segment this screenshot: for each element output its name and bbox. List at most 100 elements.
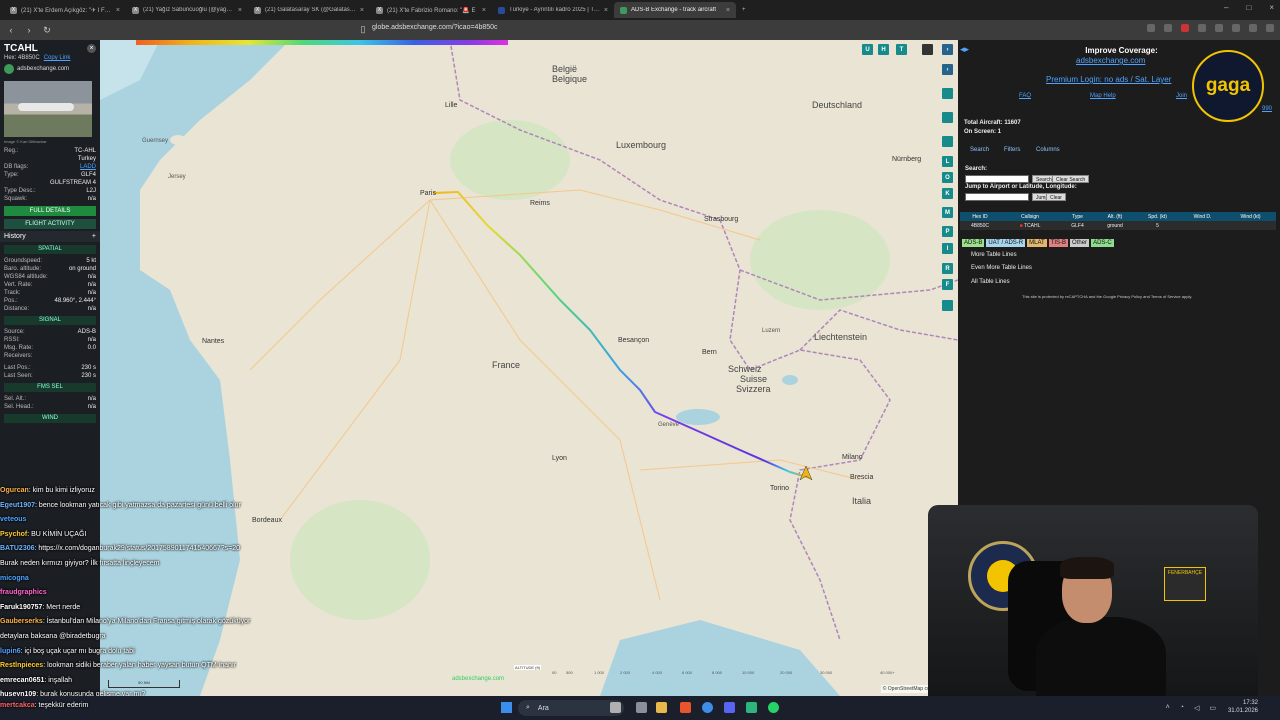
browser-tab[interactable]: X (21) X'te Erdem Açıkgöz: "✈ I Fener × xyxy=(4,2,126,18)
column-header[interactable]: Type xyxy=(1060,214,1095,220)
task-view-icon[interactable] xyxy=(636,702,647,713)
tab-filters[interactable]: Filters xyxy=(1004,147,1020,153)
jump-input[interactable] xyxy=(965,193,1029,201)
brave-browser-icon[interactable] xyxy=(680,702,691,713)
aircraft-photo[interactable] xyxy=(4,81,92,137)
close-tab-icon[interactable]: × xyxy=(726,7,730,14)
map-help-link[interactable]: Map Help xyxy=(1090,93,1116,99)
browser-tab[interactable]: X (21) Yağız Sabuncuoğlu (@yagosab × xyxy=(126,2,248,18)
maximize-icon[interactable]: □ xyxy=(1246,3,1251,12)
minimize-icon[interactable]: – xyxy=(1224,3,1228,12)
brave-shield-icon[interactable] xyxy=(1181,24,1189,32)
settings-icon[interactable] xyxy=(746,702,757,713)
close-tab-icon[interactable]: × xyxy=(238,7,242,14)
plus-icon[interactable]: + xyxy=(92,233,96,240)
map-button-o[interactable]: O xyxy=(942,172,953,183)
map-button-r[interactable]: R xyxy=(942,263,953,274)
all-table-lines[interactable]: All Table Lines xyxy=(971,279,1010,285)
map-button-blank[interactable] xyxy=(942,136,953,147)
browser-tab[interactable]: X(21) Galatasaray SK (@GalatasaraySK× xyxy=(248,2,370,18)
browser-tab[interactable]: X (21) X'te Fabrizio Romano: "🚨 E × xyxy=(370,2,492,18)
flight-activity-button[interactable]: FLIGHT ACTIVITY xyxy=(4,219,96,229)
discord-icon[interactable] xyxy=(724,702,735,713)
map-button-u[interactable]: U xyxy=(862,44,873,55)
url-field[interactable]: globe.adsbexchange.com/?icao=4b850c xyxy=(372,24,498,31)
new-tab-button[interactable]: + xyxy=(736,2,752,18)
more-table-lines[interactable]: More Table Lines xyxy=(971,252,1017,258)
column-header[interactable]: Alt. (ft) xyxy=(1095,214,1135,220)
volume-icon[interactable]: ◁ xyxy=(1194,704,1199,712)
improve-coverage-link[interactable]: adsbexchange.com xyxy=(1076,56,1145,65)
aside-link[interactable]: 990 xyxy=(1262,106,1272,112)
table-row[interactable]: 4B850C ■ TCAHL GLF4 ground 5 xyxy=(960,221,1276,230)
column-header[interactable]: Hex ID xyxy=(960,214,1000,220)
close-tab-icon[interactable]: × xyxy=(116,7,120,14)
map-button-t[interactable]: T xyxy=(896,44,907,55)
bookmark-icon[interactable]: ▯ xyxy=(356,24,370,35)
wallet-icon[interactable] xyxy=(1249,24,1257,32)
faq-link[interactable]: FAQ xyxy=(1019,93,1031,99)
chevron-up-icon[interactable]: ˄ xyxy=(1166,704,1170,712)
premium-login-link[interactable]: Premium Login: no ads / Sat. Layer xyxy=(1046,75,1171,84)
collapse-sidebar-icon[interactable]: ◂▸ xyxy=(960,44,969,55)
map-button-blank[interactable] xyxy=(942,300,953,311)
tab-search[interactable]: Search xyxy=(970,147,989,153)
close-tab-icon[interactable]: × xyxy=(360,7,364,14)
column-header[interactable]: Wind (kt) xyxy=(1225,214,1276,220)
discord-icon[interactable] xyxy=(1215,24,1223,32)
chevron-left-icon[interactable]: ‹ xyxy=(942,64,953,75)
map-button-l[interactable]: L xyxy=(942,156,953,167)
windows-start-icon[interactable] xyxy=(501,702,512,713)
sidebar-icon[interactable] xyxy=(1232,24,1240,32)
copy-link[interactable]: Copy Link xyxy=(44,55,71,61)
file-explorer-icon[interactable] xyxy=(656,702,667,713)
tab-columns[interactable]: Columns xyxy=(1036,147,1060,153)
reload-icon[interactable]: ↻ xyxy=(40,25,54,36)
aircraft-marker-icon[interactable] xyxy=(799,465,813,481)
share-icon[interactable] xyxy=(1164,24,1172,32)
column-header[interactable]: Spd. (kt) xyxy=(1135,214,1180,220)
forward-icon[interactable]: › xyxy=(22,25,36,35)
close-window-icon[interactable]: × xyxy=(1269,3,1274,12)
extension-icon[interactable] xyxy=(1198,24,1206,32)
map-button-blank[interactable] xyxy=(942,112,953,123)
history-section[interactable]: History + xyxy=(0,231,100,242)
map-label-city: Brescia xyxy=(850,474,874,481)
clear-search-button[interactable]: Clear Search xyxy=(1052,175,1090,183)
taskbar-widget-icon[interactable] xyxy=(610,702,621,713)
jersey-island xyxy=(186,166,198,174)
clear-button[interactable]: Clear xyxy=(1046,193,1066,201)
map-button-f[interactable]: F xyxy=(942,279,953,290)
flight-track[interactable] xyxy=(432,191,811,479)
clock[interactable]: 17:32 31.01.2026 xyxy=(1228,699,1258,715)
back-icon[interactable]: ‹ xyxy=(4,25,18,35)
menu-icon[interactable] xyxy=(1266,24,1274,32)
map-button-p[interactable]: P xyxy=(942,226,953,237)
source-site[interactable]: adsbexchange.com xyxy=(4,64,96,74)
map-button-layers[interactable] xyxy=(922,44,933,55)
even-more-table-lines[interactable]: Even More Table Lines xyxy=(971,265,1032,271)
map-button-h[interactable]: H xyxy=(878,44,889,55)
column-header[interactable]: Callsign xyxy=(1000,214,1060,220)
map-button-m[interactable]: M xyxy=(942,207,953,218)
full-details-button[interactable]: FULL DETAILS xyxy=(4,206,96,216)
network-icon[interactable]: ◔ xyxy=(1180,704,1184,712)
browser-tab[interactable]: Türkiye - Ayrıntılı kadro 2025 | Trans × xyxy=(492,2,614,18)
map-button-blank[interactable] xyxy=(942,88,953,99)
close-tab-icon[interactable]: × xyxy=(604,7,608,14)
chevron-right-icon[interactable]: › xyxy=(942,44,953,55)
join-link[interactable]: Join xyxy=(1176,93,1187,99)
map-button-i[interactable]: I xyxy=(942,243,953,254)
close-icon[interactable]: × xyxy=(87,44,96,53)
search-label: Search: xyxy=(965,166,988,172)
battery-icon[interactable]: ▭ xyxy=(1209,704,1216,712)
whatsapp-icon[interactable] xyxy=(768,702,779,713)
close-tab-icon[interactable]: × xyxy=(482,7,486,14)
taskbar-search[interactable]: ⌕ Ara xyxy=(518,700,624,716)
browser-tab-active[interactable]: ADS-B Exchange - track aircraft × xyxy=(614,2,736,18)
search-input[interactable] xyxy=(965,175,1029,183)
chrome-icon[interactable] xyxy=(702,702,713,713)
column-header[interactable]: Wind D. xyxy=(1180,214,1225,220)
map-button-k[interactable]: K xyxy=(942,188,953,199)
translate-icon[interactable] xyxy=(1147,24,1155,32)
